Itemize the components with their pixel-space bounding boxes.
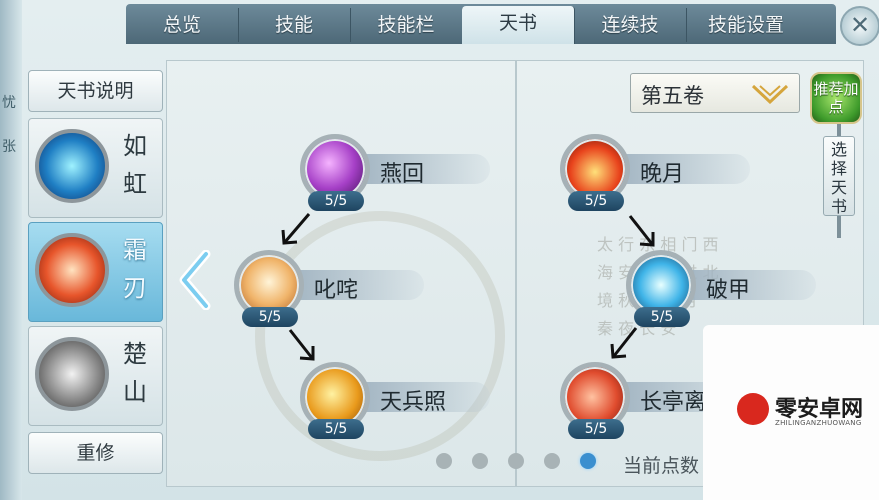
character-name: 楚 山	[123, 340, 147, 406]
tree-arrow-icon	[288, 329, 315, 361]
tab-overview[interactable]: 总览	[126, 8, 239, 42]
skill-node-chizha[interactable]: 叱咤 5/5	[234, 250, 444, 327]
volume-selected-value: 第五卷	[641, 84, 704, 108]
skill-node-tianbingzhao[interactable]: 天兵照 5/5	[300, 362, 510, 439]
skill-name: 长亭离	[640, 390, 707, 415]
volume-select[interactable]: 第五卷	[630, 73, 800, 113]
reset-skills-button[interactable]: 重修	[28, 432, 163, 474]
skill-level: 5/5	[308, 419, 364, 439]
shuangren-emblem-icon	[35, 233, 109, 307]
skill-name: 晚月	[640, 162, 685, 187]
watermark-subtitle: ZHILINGANZHUOWANG	[775, 419, 862, 427]
select-tianshu-button[interactable]: 选择天书	[823, 136, 855, 216]
skill-level: 5/5	[568, 191, 624, 211]
skill-node-wanyue[interactable]: 晚月 5/5	[560, 134, 770, 211]
character-card-chushan[interactable]: 楚 山	[28, 326, 163, 426]
chushan-emblem-icon	[35, 337, 109, 411]
close-button[interactable]: ✕	[840, 6, 879, 46]
game-window: 忧 张 总览 技能 技能栏 天书 连续技 技能设置 ✕ 天书说明 如 虹 霜 刃…	[0, 0, 879, 500]
tree-arrow-icon	[610, 327, 638, 359]
skill-name: 天兵照	[380, 390, 447, 415]
close-icon: ✕	[849, 11, 871, 39]
ruhong-emblem-icon	[35, 129, 109, 203]
skill-level: 5/5	[568, 419, 624, 439]
page-dot-active[interactable]	[580, 453, 596, 469]
tianshu-help-button[interactable]: 天书说明	[28, 70, 163, 112]
skill-node-pojia[interactable]: 破甲 5/5	[626, 250, 836, 327]
scroll-rod-decor	[837, 214, 841, 238]
character-card-shuangren[interactable]: 霜 刃	[28, 222, 163, 322]
skill-level: 5/5	[308, 191, 364, 211]
left-decor-glyph: 忧	[2, 95, 16, 111]
character-card-ruhong[interactable]: 如 虹	[28, 118, 163, 218]
skill-name: 燕回	[380, 162, 425, 187]
character-name: 霜 刃	[123, 236, 147, 302]
left-decor-strip: 忧 张	[0, 0, 22, 500]
skill-name: 破甲	[706, 278, 751, 303]
chevron-down-icon	[751, 84, 789, 104]
tab-tianshu[interactable]: 天书	[462, 6, 575, 44]
watermark-logo-icon	[737, 393, 769, 425]
previous-page-arrow-icon[interactable]	[178, 250, 212, 310]
page-dot[interactable]	[436, 453, 452, 469]
tree-arrow-icon	[281, 213, 311, 245]
tree-arrow-icon	[628, 215, 655, 247]
page-dot[interactable]	[472, 453, 488, 469]
watermark: 零安卓网 ZHILINGANZHUOWANG	[703, 325, 879, 500]
recommend-points-button[interactable]: 推荐加点	[810, 72, 862, 124]
tab-bar: 总览 技能 技能栏 天书 连续技 技能设置	[126, 4, 836, 44]
skill-name: 叱咤	[314, 278, 359, 303]
tab-skills[interactable]: 技能	[238, 8, 351, 42]
page-dot[interactable]	[544, 453, 560, 469]
character-name: 如 虹	[123, 132, 147, 198]
tab-combo[interactable]: 连续技	[574, 8, 687, 42]
tab-skill-bar[interactable]: 技能栏	[350, 8, 463, 42]
skill-node-yanhui[interactable]: 燕回 5/5	[300, 134, 510, 211]
skill-level: 5/5	[242, 307, 298, 327]
page-dot[interactable]	[508, 453, 524, 469]
left-decor-glyph: 张	[2, 139, 16, 155]
current-points-label: 当前点数	[623, 455, 700, 477]
tab-skill-settings[interactable]: 技能设置	[686, 8, 806, 42]
